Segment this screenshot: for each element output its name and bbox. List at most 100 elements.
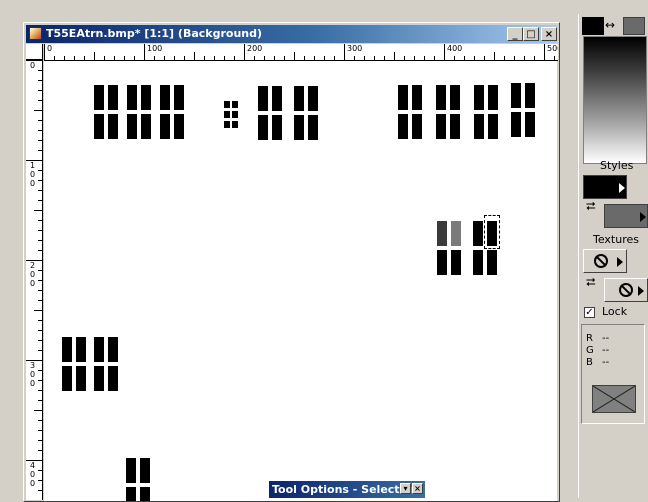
background-swatch[interactable]: [623, 17, 645, 35]
vruler-label-400: 4 0 0: [29, 461, 36, 488]
glyph-bar: [224, 101, 230, 108]
glyph-bar: [126, 487, 136, 501]
hruler-label-200: 200: [247, 44, 263, 53]
glyph-bar: [127, 85, 137, 110]
glyph-bar: [450, 114, 460, 139]
glyph-bar: [308, 115, 318, 140]
glyph-bar: [232, 121, 238, 128]
glyph-bar: [412, 85, 422, 110]
glyph-bar: [398, 114, 408, 139]
window-titlebar[interactable]: T55EAtrn.bmp* [1:1] (Background) _ □ ×: [26, 25, 557, 43]
horizontal-ruler-ticks: [44, 44, 555, 60]
tool-options-menu-button[interactable]: ▾: [400, 483, 411, 494]
glyph-bar: [398, 85, 408, 110]
glyph-bar: [62, 337, 72, 362]
vruler-label-100: 1 0 0: [29, 161, 36, 188]
glyph-bar: [511, 83, 521, 108]
hruler-label-500: 500: [547, 44, 558, 53]
glyph-bar: [294, 86, 304, 111]
glyph-bar: [174, 114, 184, 139]
image-canvas[interactable]: [44, 61, 557, 501]
glyph-bar: [525, 112, 535, 137]
textures-label: Textures: [593, 233, 639, 246]
glyph-bar: [437, 221, 447, 246]
glyph-bar: [127, 114, 137, 139]
glyph-bar: [473, 250, 483, 275]
glyph-bar: [487, 250, 497, 275]
glyph-bar: [76, 337, 86, 362]
glyph-bar: [224, 121, 230, 128]
image-window[interactable]: T55EAtrn.bmp* [1:1] (Background) _ □ × 0…: [23, 22, 560, 502]
glyph-bar: [436, 114, 446, 139]
glyph-bar: [272, 86, 282, 111]
foreground-style-box[interactable]: [583, 175, 627, 199]
glyph-bar: [474, 114, 484, 139]
background-texture-button[interactable]: [604, 278, 648, 302]
glyph-bar: [511, 112, 521, 137]
swap-textures-icon[interactable]: ⮂: [586, 276, 596, 288]
glyph-bar: [450, 85, 460, 110]
background-style-box[interactable]: [604, 204, 648, 228]
glyph-bar: [108, 337, 118, 362]
lock-checkbox[interactable]: ✓: [584, 307, 595, 318]
glyph-bar: [272, 115, 282, 140]
glyph-bar: [160, 114, 170, 139]
color-preview-box: [592, 385, 636, 413]
no-texture-icon: [619, 283, 633, 297]
vruler-label-300: 3 0 0: [29, 361, 36, 388]
swap-styles-icon[interactable]: ⮂: [586, 200, 596, 212]
close-button[interactable]: ×: [541, 27, 557, 41]
glyph-bar: [473, 221, 483, 246]
tool-options-close-button[interactable]: ×: [412, 483, 423, 494]
tool-options-titlebar[interactable]: Tool Options - Selection ▾ ×: [269, 481, 425, 498]
glyph-bar: [308, 86, 318, 111]
glyph-bar: [258, 115, 268, 140]
glyph-bar: [160, 85, 170, 110]
glyph-bar: [76, 366, 86, 391]
glyph-bar: [140, 458, 150, 483]
foreground-swatch[interactable]: [582, 17, 604, 35]
glyph-bar: [412, 114, 422, 139]
glyph-bar: [108, 85, 118, 110]
maximize-button[interactable]: □: [523, 27, 539, 41]
minimize-button[interactable]: _: [507, 27, 523, 41]
glyph-bar: [94, 366, 104, 391]
rgb-r-label: R: [586, 333, 593, 344]
styles-label: Styles: [600, 159, 634, 172]
rgb-r-value: --: [602, 333, 610, 344]
color-palette: ↔ Styles ⮂ Textures ⮂ ✓ Lock R -- G -- B…: [578, 14, 648, 498]
no-color-icon: [593, 386, 635, 412]
glyph-bar: [141, 114, 151, 139]
glyph-bar: [451, 221, 461, 246]
hruler-label-400: 400: [447, 44, 463, 53]
color-picker-gradient[interactable]: [583, 36, 647, 164]
glyph-bar: [488, 85, 498, 110]
glyph-bar: [437, 250, 447, 275]
selection-marquee[interactable]: [484, 215, 500, 249]
rgb-g-label: G: [586, 345, 594, 356]
glyph-bar: [488, 114, 498, 139]
glyph-bar: [474, 85, 484, 110]
glyph-bar: [140, 487, 150, 501]
swap-colors-icon[interactable]: ↔: [605, 18, 615, 32]
window-title: T55EAtrn.bmp* [1:1] (Background): [46, 27, 263, 40]
foreground-texture-button[interactable]: [583, 249, 627, 273]
lock-label: Lock: [602, 305, 628, 318]
rgb-b-value: --: [602, 357, 610, 368]
glyph-bar: [126, 458, 136, 483]
glyph-bar: [94, 337, 104, 362]
glyph-bar: [108, 366, 118, 391]
vertical-ruler: 0 1 0 0 2 0 0 3 0 0 4 0 0: [26, 60, 43, 500]
vruler-label-200: 2 0 0: [29, 261, 36, 288]
glyph-bar: [232, 101, 238, 108]
hruler-label-0: 0: [47, 44, 53, 53]
hruler-label-100: 100: [147, 44, 163, 53]
glyph-bar: [94, 85, 104, 110]
glyph-bar: [525, 83, 535, 108]
tool-options-title: Tool Options - Selection: [272, 483, 419, 496]
vruler-label-0: 0: [29, 61, 36, 70]
glyph-bar: [174, 85, 184, 110]
no-texture-icon: [594, 254, 608, 268]
glyph-bar: [294, 115, 304, 140]
glyph-bar: [258, 86, 268, 111]
